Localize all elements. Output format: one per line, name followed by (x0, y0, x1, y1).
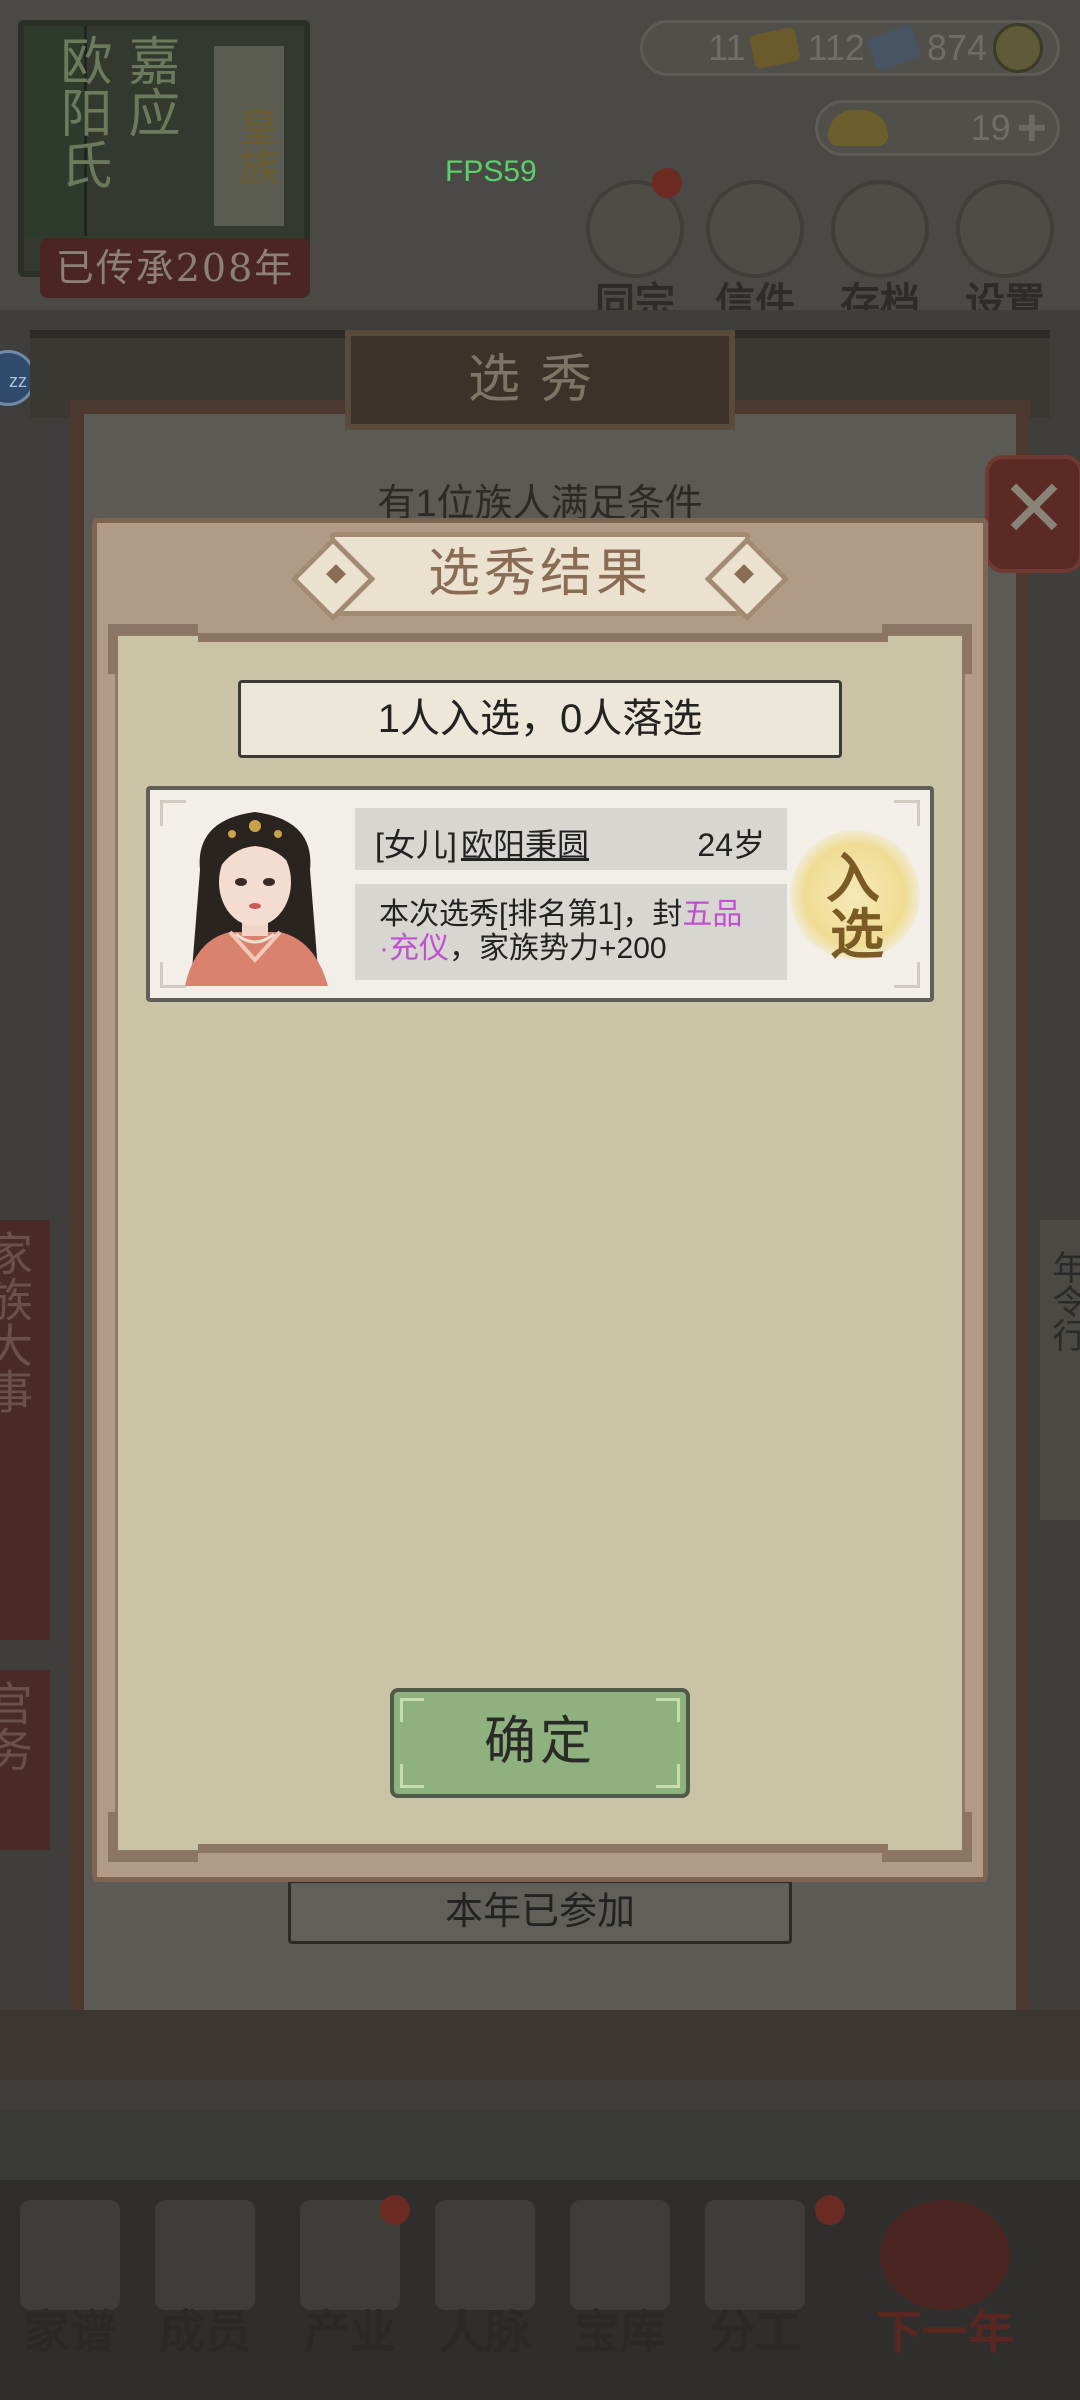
ingot-count: 19 (970, 107, 1011, 148)
member-icon (155, 2200, 255, 2310)
currency-bar: 11 112 874 (640, 20, 1060, 76)
notification-dot (380, 2195, 410, 2225)
frame-corner (108, 624, 198, 674)
add-ingot-icon[interactable]: + (1017, 98, 1047, 158)
nav-members[interactable]: 成员 (140, 2200, 270, 2362)
card-corner (894, 800, 920, 826)
selection-panel-title: 选秀 (345, 330, 735, 430)
notification-dot (815, 2195, 845, 2225)
rank-title-part2: ·充仪 (379, 932, 449, 965)
nav-letters[interactable]: 信件 (700, 180, 810, 328)
result-title: 选秀结果 (427, 544, 652, 604)
nav-network-label: 人脉 (439, 2305, 531, 2359)
coin-count: 874 (926, 27, 987, 68)
confirm-button[interactable]: 确定 (390, 1688, 690, 1798)
nav-save[interactable]: 存档 (825, 180, 935, 328)
nav-industry[interactable]: 产业 (285, 2195, 415, 2362)
panel-base (0, 2010, 1080, 2080)
nav-next-year[interactable]: 下一年 (845, 2200, 1045, 2362)
result-summary: 1人入选，0人落选 (238, 680, 842, 758)
nav-genealogy[interactable]: 家谱 (5, 2200, 135, 2362)
letter-icon (706, 180, 804, 278)
selected-stamp: 入 选 (790, 830, 920, 966)
side-tab-palace[interactable]: 宫务 (0, 1670, 50, 1850)
network-icon (435, 2200, 535, 2310)
close-icon: ✕ (1000, 464, 1068, 553)
button-corner (400, 1764, 424, 1788)
settings-icon (956, 180, 1054, 278)
nav-genealogy-label: 家谱 (24, 2305, 116, 2359)
gem-icon (748, 26, 801, 70)
family-origin: 嘉应 (119, 34, 179, 138)
nav-assignment[interactable]: 分工 (690, 2195, 845, 2362)
ingot-icon (828, 110, 888, 146)
gem-count: 11 (708, 27, 746, 68)
generations-banner: 已传承208年 (40, 238, 310, 298)
scroll-icon (705, 2200, 805, 2310)
lantern-icon (880, 2200, 1010, 2310)
candidate-result-desc: 本次选秀[排名第1]，封五品 ·充仪，家族势力+200 (355, 884, 787, 980)
side-tab-right[interactable]: 年令行 (1040, 1220, 1080, 1520)
side-tab-events[interactable]: 家族大事 (0, 1220, 50, 1640)
nav-network[interactable]: 人脉 (420, 2200, 550, 2362)
frame-corner (882, 624, 972, 674)
nav-assignment-label: 分工 (709, 2305, 801, 2359)
close-button[interactable]: ✕ (985, 455, 1080, 573)
rank-title-part1: 五品 (682, 898, 743, 931)
nav-same-clan[interactable]: 同宗 (580, 168, 690, 328)
genealogy-icon (20, 2200, 120, 2310)
frame-bar (198, 1844, 888, 1852)
side-tab-right-label: 年令行 (1047, 1250, 1080, 1352)
nav-treasury[interactable]: 宝库 (555, 2200, 685, 2362)
button-corner (400, 1698, 424, 1722)
treasure-chest-icon (570, 2200, 670, 2310)
ticket-count: 112 (807, 27, 865, 68)
candidate-relation: [女儿] (375, 827, 457, 863)
family-surname: 欧阳氏 (51, 34, 111, 190)
nav-members-label: 成员 (159, 2305, 251, 2359)
family-tag: 皇族 (214, 46, 284, 226)
card-corner (894, 962, 920, 988)
candidate-age: 24岁 (697, 827, 765, 863)
nav-treasury-label: 宝库 (574, 2305, 666, 2359)
fps-counter: FPS59 (445, 155, 537, 188)
frame-corner (882, 1812, 972, 1862)
confirm-label: 确定 (483, 1713, 596, 1771)
coin-icon (993, 23, 1043, 73)
notification-dot (652, 168, 682, 198)
desc-suffix: ，家族势力+200 (449, 932, 667, 965)
frame-corner (108, 1812, 198, 1862)
ingot-bar[interactable]: 19 + (815, 98, 1060, 158)
candidate-name-row: [女儿] 欧阳秉圆 24岁 (355, 808, 787, 870)
candidate-name-link[interactable]: 欧阳秉圆 (461, 820, 589, 866)
frame-bar (198, 634, 888, 642)
button-corner (656, 1764, 680, 1788)
nav-next-year-label: 下一年 (876, 2305, 1014, 2359)
candidate-avatar[interactable] (170, 800, 340, 986)
scroll-icon (831, 180, 929, 278)
button-corner (656, 1698, 680, 1722)
ticket-icon (866, 24, 922, 72)
already-joined-button[interactable]: 本年已参加 (288, 1880, 792, 1944)
nav-settings[interactable]: 设置 (950, 180, 1060, 328)
nav-industry-label: 产业 (304, 2305, 396, 2359)
stamp-char-2: 选 (830, 902, 884, 966)
desc-prefix: 本次选秀[排名第1]，封 (379, 898, 683, 931)
